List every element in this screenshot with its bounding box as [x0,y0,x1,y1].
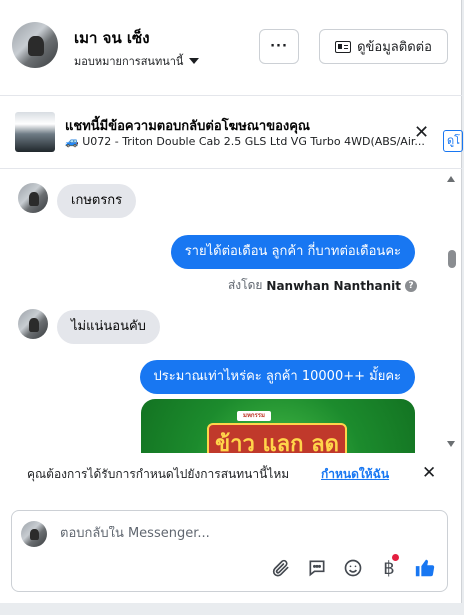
ad-thumbnail[interactable] [15,112,55,152]
promo-main-text: ข้าว แลก ลด [207,423,347,453]
more-options-button[interactable]: ··· [259,29,299,64]
reply-composer: ฿ [11,510,448,592]
attachment-icon[interactable] [270,557,292,579]
payment-baht-icon[interactable]: ฿ [378,554,400,579]
sender-avatar [18,309,48,339]
outgoing-message: ประมาณเท่าไหร่คะ ลูกค้า 10000++ มั้ยคะ [139,360,415,394]
view-contact-info-button[interactable]: ดูข้อมูลติดต่อ [319,29,448,64]
like-thumb-icon[interactable] [414,557,436,579]
contact-card-icon [335,40,352,53]
help-icon[interactable]: ? [405,279,417,292]
sent-by-label: ส่งโดย [227,278,263,292]
incoming-message: ไม่แน่นอนคับ [57,310,160,344]
outgoing-message: รายได้ต่อเดือน ลูกค้า กี่บาทต่อเดือนคะ [170,235,415,269]
assign-to-me-link[interactable]: กำหนดให้ฉัน [321,465,389,484]
conversation-panel: เมา จน เซ็ง มอบหมายการสนทนานี้ ··· ดูข้อ… [0,0,463,603]
view-ad-button[interactable]: ดูโ [443,130,463,152]
contact-info-label: ดูข้อมูลติดต่อ [357,40,432,55]
assign-label: มอบหมายการสนทนานี้ [74,55,184,68]
reply-input[interactable] [60,526,420,541]
promo-image[interactable]: มหกรรม ข้าว แลก ลด [141,399,415,453]
message-list: เกษตรกร รายได้ต่อเดือน ลูกค้า กี่บาทต่อเ… [0,170,446,453]
close-icon[interactable]: ✕ [414,122,429,143]
ad-banner-title: แชทนี้มีข้อความตอบกลับต่อโฆษณาของคุณ [65,119,310,134]
assignment-notice: คุณต้องการได้รับการกำหนดไปยังการสนทนานี้… [0,453,462,493]
contact-name[interactable]: เมา จน เซ็ง [74,26,150,50]
emoji-icon[interactable] [342,557,364,579]
saved-replies-icon[interactable] [306,557,328,579]
notification-dot [392,554,399,561]
sent-by-name: Nanwhan Nanthanit [266,278,401,293]
sender-avatar [18,183,48,213]
caret-down-icon [189,58,200,64]
assign-conversation-dropdown[interactable]: มอบหมายการสนทนานี้ [74,52,200,70]
assignment-notice-text: คุณต้องการได้รับการกำหนดไปยังการสนทนานี้… [27,467,290,481]
scroll-down-arrow-icon[interactable] [447,441,455,447]
incoming-message: เกษตรกร [57,184,137,218]
contact-avatar[interactable] [12,22,58,68]
scroll-up-arrow-icon[interactable] [447,176,455,182]
page-avatar [21,521,47,547]
close-icon[interactable]: ✕ [422,463,436,483]
scrollbar-thumb[interactable] [448,250,456,268]
ad-banner-subtitle[interactable]: 🚙 U072 - Triton Double Cab 2.5 GLS Ltd V… [65,135,437,148]
sent-by-line: ส่งโดย Nanwhan Nanthanit ? [228,276,417,295]
conversation-header: เมา จน เซ็ง มอบหมายการสนทนานี้ ··· ดูข้อ… [0,0,462,96]
ad-reply-banner: แชทนี้มีข้อความตอบกลับต่อโฆษณาของคุณ 🚙 U… [0,97,462,169]
promo-top-text: มหกรรม [237,411,271,421]
